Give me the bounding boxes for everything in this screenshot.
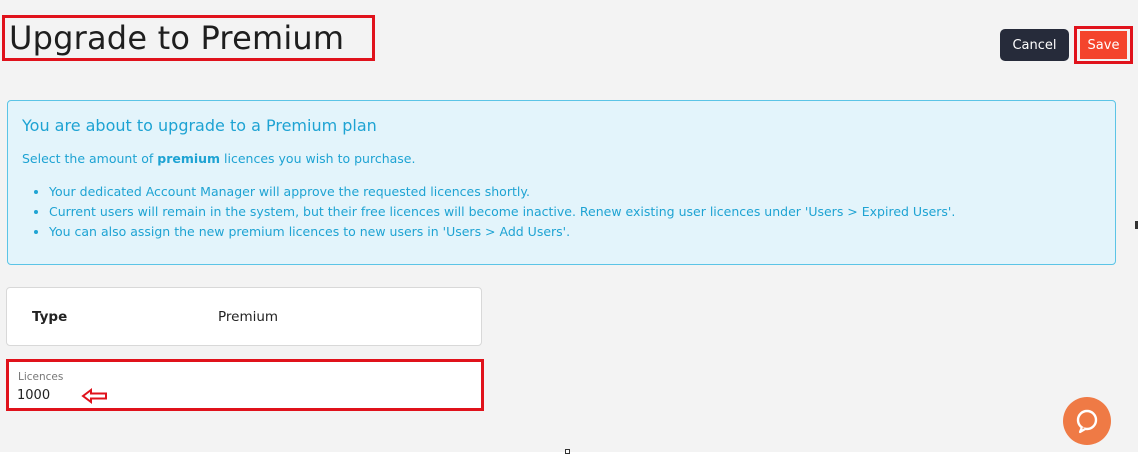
save-highlight-box: Save: [1074, 26, 1133, 64]
info-desc-prefix: Select the amount of: [22, 151, 158, 166]
info-bullet: Your dedicated Account Manager will appr…: [49, 182, 1101, 202]
type-value: Premium: [218, 308, 279, 325]
licences-field: Licences: [6, 359, 484, 411]
info-bullet: Current users will remain in the system,…: [49, 202, 1101, 222]
type-label: Type: [32, 308, 68, 325]
save-button[interactable]: Save: [1080, 31, 1127, 59]
upgrade-info-alert: You are about to upgrade to a Premium pl…: [7, 100, 1116, 265]
info-heading: You are about to upgrade to a Premium pl…: [22, 116, 377, 135]
type-card: Type Premium: [6, 287, 482, 346]
licences-label: Licences: [18, 371, 64, 383]
licences-input[interactable]: [17, 386, 67, 404]
info-desc-bold: premium: [157, 151, 221, 166]
info-desc-suffix: licences you wish to purchase.: [220, 151, 416, 166]
page-title: Upgrade to Premium: [9, 19, 345, 57]
info-bullet: You can also assign the new premium lice…: [49, 222, 1101, 242]
chat-help-icon[interactable]: [1063, 397, 1111, 445]
info-bullet-list: Your dedicated Account Manager will appr…: [22, 182, 1101, 242]
left-arrow-icon: [81, 388, 109, 404]
title-highlight-box: Upgrade to Premium: [2, 15, 375, 61]
bottom-mark: [565, 449, 570, 454]
cancel-button[interactable]: Cancel: [1000, 29, 1069, 61]
info-description: Select the amount of premium licences yo…: [22, 151, 1101, 166]
